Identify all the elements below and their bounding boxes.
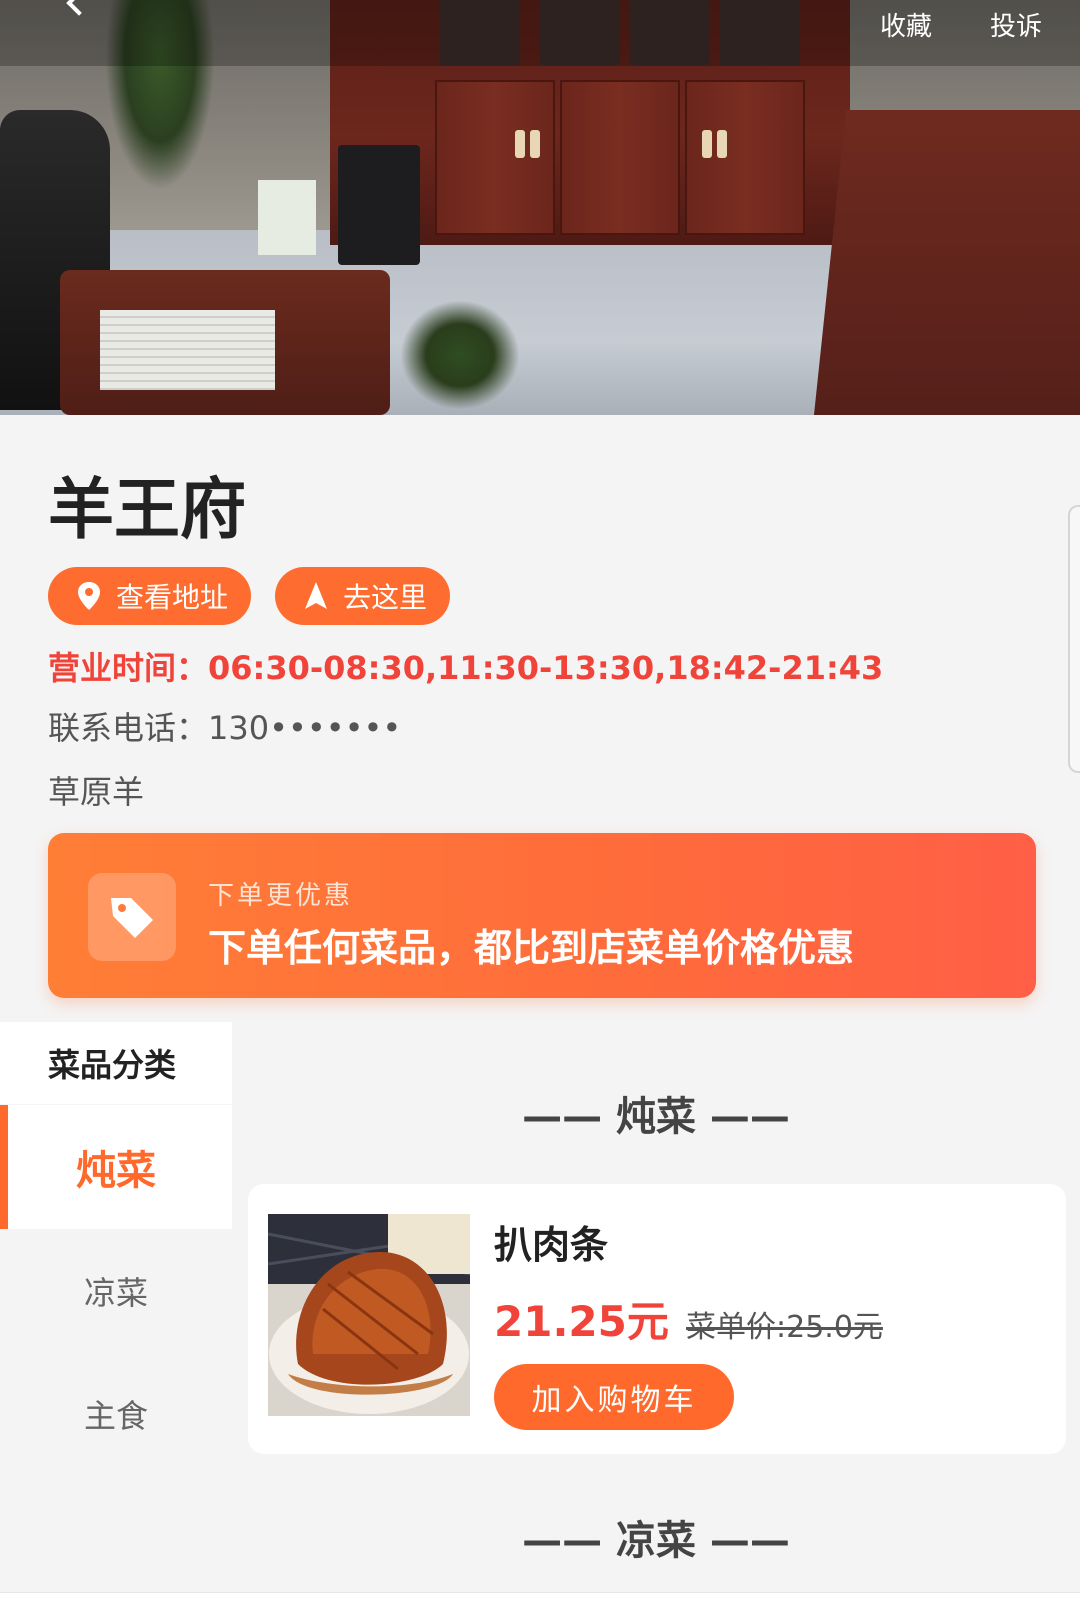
hero-bag [258,180,316,255]
add-to-cart-button[interactable]: 加入购物车 [494,1364,734,1430]
store-description: 草原羊 [48,773,145,811]
store-name: 羊王府 [48,471,246,548]
hero-plant [400,300,520,410]
hero-door [560,80,680,235]
complain-button[interactable]: 投诉 [990,6,1042,43]
promo-banner: 下单更优惠 下单任何菜品，都比到店菜单价格优惠 [48,833,1036,998]
location-pin-icon [76,581,102,611]
dish-price: 21.25元 [494,1297,669,1346]
dish-image[interactable] [268,1214,470,1416]
hero-bin [338,145,420,265]
view-address-label: 查看地址 [116,581,229,614]
category-header: 菜品分类 [0,1022,232,1104]
dish-card: 扒肉条 21.25元 菜单价:25.0元 加入购物车 [248,1184,1066,1454]
hero-handle [717,130,727,158]
hero-handle [702,130,712,158]
side-drawer-handle[interactable] [1068,505,1080,773]
navigate-label: 去这里 [343,581,428,614]
section-title-stew: —— 炖菜 —— [522,1094,790,1140]
hero-handle [515,130,525,158]
store-hero-photo [0,0,1080,415]
business-hours: 营业时间：06:30-08:30,11:30-13:30,18:42-21:43 [48,649,884,687]
category-item-staple-food[interactable]: 主食 [0,1352,232,1476]
dish-name: 扒肉条 [494,1223,609,1267]
category-sidebar: 菜品分类 炖菜 凉菜 主食 [0,1022,232,1613]
tag-icon [88,873,176,961]
promo-title: 下单任何菜品，都比到店菜单价格优惠 [208,926,855,970]
promo-subtitle: 下单更优惠 [208,881,354,911]
category-item-stew[interactable]: 炖菜 [0,1105,232,1229]
contact-phone[interactable]: 联系电话：130••••••• [48,703,401,749]
hero-desk [813,110,1080,415]
navigate-button[interactable]: 去这里 [275,567,450,625]
hero-handle [530,130,540,158]
hero-papers [100,310,275,390]
favorite-button[interactable]: 收藏 [880,6,932,43]
bottom-bar [0,1592,1080,1613]
view-address-button[interactable]: 查看地址 [48,567,251,625]
section-title-cold-dishes: —— 凉菜 —— [522,1518,790,1564]
category-item-cold-dishes[interactable]: 凉菜 [0,1229,232,1353]
navigation-arrow-icon [303,581,329,611]
dish-original-price: 菜单价:25.0元 [686,1310,883,1345]
